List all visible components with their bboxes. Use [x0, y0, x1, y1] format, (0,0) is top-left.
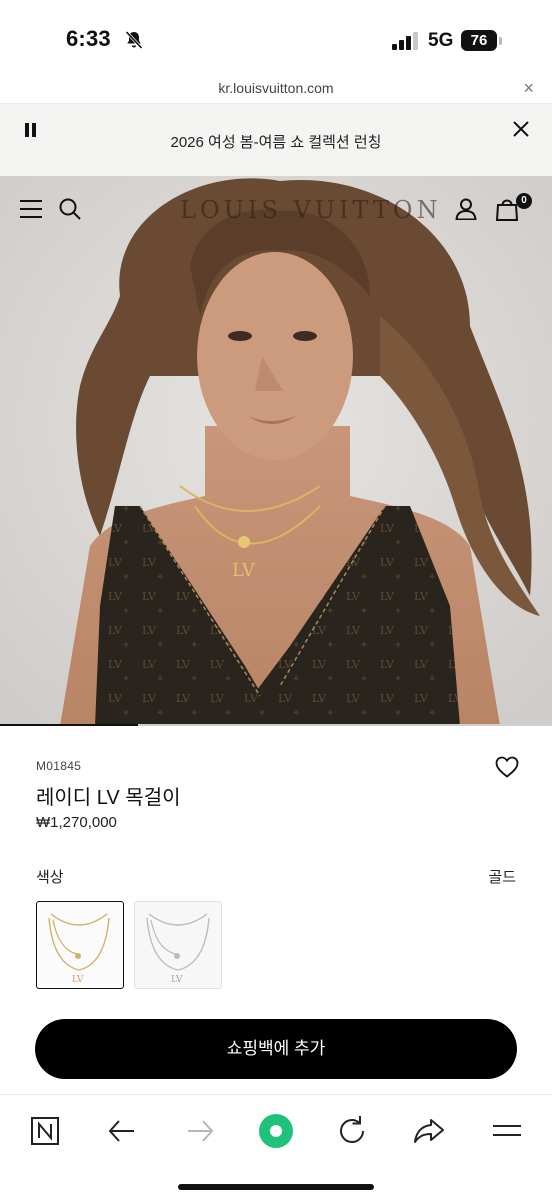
status-bar: 6:33 5G 76 — [0, 0, 552, 72]
signal-icon — [392, 32, 418, 50]
url-bar[interactable]: kr.louisvuitton.com × — [0, 72, 552, 104]
gold-necklace-thumbnail: LV — [48, 913, 110, 985]
cart-count-badge: 0 — [516, 193, 532, 209]
back-arrow-icon[interactable] — [104, 1113, 140, 1149]
refresh-icon[interactable] — [334, 1113, 370, 1149]
color-label: 색상 — [36, 869, 64, 886]
model-photo: LV ✦ LV — [0, 176, 552, 726]
battery-indicator: 76 — [461, 30, 497, 51]
banner-text[interactable]: 2026 여성 봄-여름 쇼 컬렉션 런칭 — [0, 131, 552, 152]
home-indicator[interactable] — [178, 1184, 374, 1190]
slide-progress-fill — [0, 724, 138, 726]
network-label: 5G — [428, 30, 454, 51]
banner-close-icon[interactable] — [512, 120, 530, 138]
color-swatch-gold[interactable]: LV — [36, 901, 124, 989]
selected-color-value: 골드 — [488, 869, 516, 886]
wishlist-heart-icon[interactable] — [495, 756, 519, 778]
svg-text:LV: LV — [171, 975, 183, 985]
product-price: ₩1,270,000 — [36, 814, 117, 831]
hero-image[interactable]: LV ✦ LV — [0, 176, 552, 726]
silver-necklace-thumbnail: LV — [146, 913, 210, 985]
svg-text:LV: LV — [72, 975, 84, 985]
status-time: 6:33 — [66, 26, 111, 51]
green-dot-icon[interactable] — [258, 1113, 294, 1149]
account-icon[interactable] — [455, 198, 477, 220]
shopping-bag-icon[interactable] — [496, 197, 518, 221]
search-icon[interactable] — [59, 198, 81, 220]
announcement-banner: 2026 여성 봄-여름 쇼 컬렉션 런칭 — [0, 104, 552, 176]
menu-lines-icon[interactable] — [489, 1113, 525, 1149]
menu-icon[interactable] — [20, 200, 42, 218]
site-header: LOUIS VUITTON 0 — [0, 176, 552, 246]
product-name: 레이디 LV 목걸이 — [36, 787, 181, 809]
color-swatch-silver[interactable]: LV — [134, 901, 222, 989]
url-close-icon[interactable]: × — [523, 78, 534, 99]
share-icon[interactable] — [411, 1113, 447, 1149]
svg-text:LV: LV — [232, 560, 256, 581]
forward-arrow-icon[interactable] — [182, 1113, 218, 1149]
bell-muted-icon — [125, 30, 143, 50]
naver-home-icon[interactable] — [27, 1113, 63, 1149]
add-to-bag-button[interactable]: 쇼핑백에 추가 — [35, 1019, 517, 1079]
brand-logo[interactable]: LOUIS VUITTON — [180, 196, 442, 224]
product-sku: M01845 — [36, 759, 82, 773]
battery-tip — [499, 37, 502, 45]
url-text[interactable]: kr.louisvuitton.com — [0, 80, 552, 96]
